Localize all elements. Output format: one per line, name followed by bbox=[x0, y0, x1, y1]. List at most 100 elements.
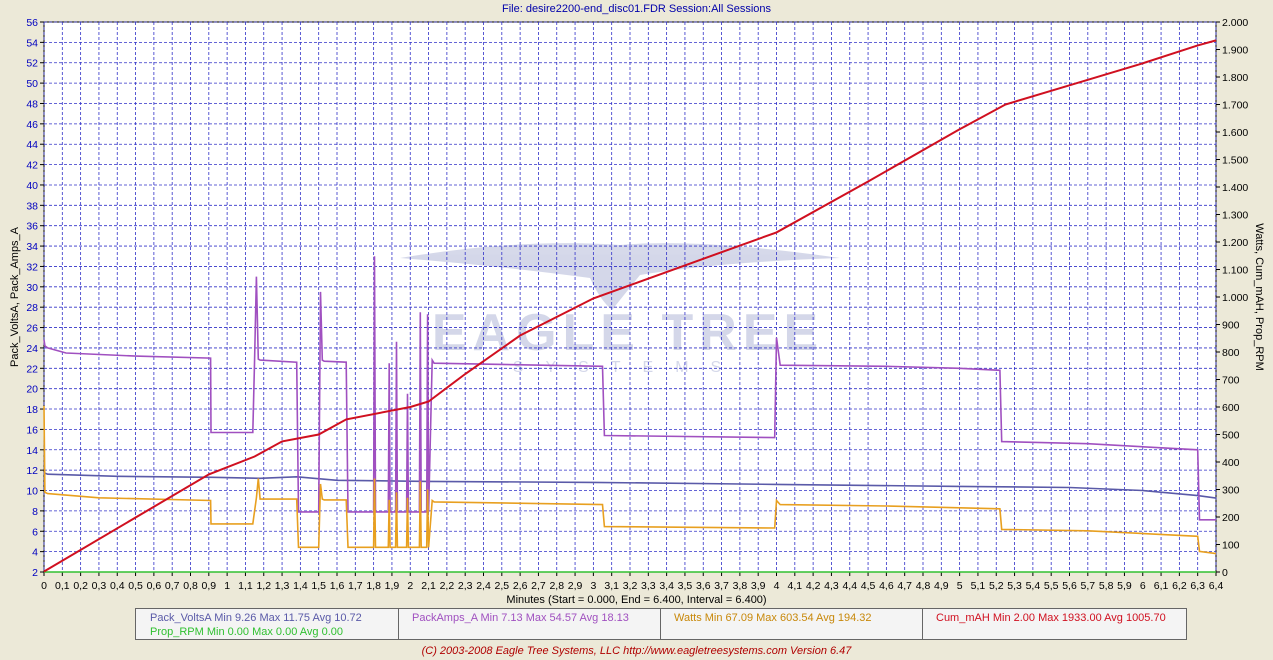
x-tick-label: 2 bbox=[407, 580, 413, 592]
footer-copyright: (C) 2003-2008 Eagle Tree Systems, LLC ht… bbox=[421, 645, 852, 657]
y-right-tick-label: 800 bbox=[1222, 347, 1240, 359]
y-right-tick-label: 700 bbox=[1222, 375, 1240, 387]
x-tick-label: 2,2 bbox=[440, 580, 455, 592]
y-right-tick-label: 1.300 bbox=[1222, 210, 1248, 222]
y-right-tick-label: 1.500 bbox=[1222, 155, 1248, 167]
legend-divider bbox=[398, 609, 399, 639]
x-tick-label: 0,6 bbox=[147, 580, 162, 592]
chart-svg: EAGLE TREE SYSTEMS 0 0,1 0,2 0,3 0,4 0,5 0,6 0,… bbox=[9, 17, 1265, 592]
y-left-tick-label: 10 bbox=[26, 486, 38, 498]
x-tick-label: 3,6 bbox=[696, 580, 711, 592]
x-tick-label: 5,2 bbox=[989, 580, 1004, 592]
x-tick-label: 1,9 bbox=[385, 580, 400, 592]
x-tick-label: 6,4 bbox=[1209, 580, 1224, 592]
x-tick-label: 2,1 bbox=[421, 580, 436, 592]
y-left-tick-label: 52 bbox=[26, 58, 38, 70]
x-tick-label: 6,3 bbox=[1190, 580, 1205, 592]
x-tick-label: 0 bbox=[41, 580, 47, 592]
x-tick-label: 3,2 bbox=[623, 580, 638, 592]
y-right-tick-label: 1.400 bbox=[1222, 182, 1248, 194]
y-left-tick-label: 50 bbox=[26, 78, 38, 90]
x-tick-label: 1,1 bbox=[238, 580, 253, 592]
legend-divider bbox=[922, 609, 923, 639]
y-right-tick-label: 400 bbox=[1222, 457, 1240, 469]
x-tick-label: 1,7 bbox=[348, 580, 363, 592]
x-tick-label: 4,8 bbox=[916, 580, 931, 592]
x-tick-label: 5,7 bbox=[1081, 580, 1096, 592]
x-tick-label: 2,6 bbox=[513, 580, 528, 592]
x-tick-label: 0,2 bbox=[73, 580, 88, 592]
y-left-tick-label: 12 bbox=[26, 465, 38, 477]
y-axis-right-ticks: 0 100 200 300 400 500 600 700 800 900 1.000 1.100 1.… bbox=[1216, 17, 1248, 579]
x-tick-label: 1 bbox=[224, 580, 230, 592]
y-right-tick-label: 2.000 bbox=[1222, 17, 1248, 29]
x-tick-label: 0,4 bbox=[110, 580, 125, 592]
y-left-tick-label: 4 bbox=[32, 547, 38, 559]
legend-rpm: Prop_RPM Min 0.00 Max 0.00 Avg 0.00 bbox=[150, 626, 344, 638]
x-tick-label: 5,3 bbox=[1007, 580, 1022, 592]
y-right-tick-label: 1.900 bbox=[1222, 45, 1248, 57]
x-tick-label: 3,3 bbox=[641, 580, 656, 592]
y-left-tick-label: 2 bbox=[32, 567, 38, 579]
legend: Pack_VoltsA Min 9.26 Max 11.75 Avg 10.72… bbox=[135, 608, 1187, 640]
y-left-tick-label: 34 bbox=[26, 241, 38, 253]
x-tick-label: 1,3 bbox=[275, 580, 290, 592]
x-tick-label: 5 bbox=[957, 580, 963, 592]
watermark-subtext: SYSTEMS bbox=[513, 359, 743, 376]
x-tick-label: 4,9 bbox=[934, 580, 949, 592]
y-left-tick-label: 8 bbox=[32, 506, 38, 518]
y-right-tick-label: 600 bbox=[1222, 402, 1240, 414]
x-tick-label: 6,1 bbox=[1154, 580, 1169, 592]
x-tick-label: 0,5 bbox=[128, 580, 143, 592]
x-tick-label: 1,8 bbox=[366, 580, 381, 592]
y-left-tick-label: 54 bbox=[26, 37, 38, 49]
x-tick-label: 0,7 bbox=[165, 580, 180, 592]
x-tick-label: 0,9 bbox=[202, 580, 217, 592]
legend-mah: Cum_mAH Min 2.00 Max 1933.00 Avg 1005.70 bbox=[936, 612, 1166, 624]
x-tick-label: 2,8 bbox=[549, 580, 564, 592]
x-tick-label: 1,2 bbox=[256, 580, 271, 592]
x-tick-label: 4 bbox=[774, 580, 780, 592]
x-tick-label: 5,4 bbox=[1026, 580, 1041, 592]
x-axis-label: Minutes (Start = 0.000, End = 6.400, Int… bbox=[506, 594, 767, 606]
x-tick-label: 1,4 bbox=[293, 580, 308, 592]
y-right-tick-label: 1.200 bbox=[1222, 237, 1248, 249]
y-right-tick-label: 1.600 bbox=[1222, 127, 1248, 139]
y-left-tick-label: 16 bbox=[26, 424, 38, 436]
y-left-tick-label: 46 bbox=[26, 119, 38, 131]
x-tick-label: 4,1 bbox=[788, 580, 803, 592]
x-tick-label: 5,1 bbox=[971, 580, 986, 592]
y-axis-right-label: Watts, Cum_mAH, Prop_RPM bbox=[1253, 223, 1265, 371]
x-tick-label: 4,4 bbox=[842, 580, 857, 592]
x-tick-label: 3,9 bbox=[751, 580, 766, 592]
x-tick-label: 5,6 bbox=[1062, 580, 1077, 592]
y-right-tick-label: 900 bbox=[1222, 320, 1240, 332]
x-tick-label: 3 bbox=[590, 580, 596, 592]
x-tick-label: 0,3 bbox=[92, 580, 107, 592]
y-left-tick-label: 42 bbox=[26, 160, 38, 172]
x-tick-label: 0,8 bbox=[183, 580, 198, 592]
legend-watts: Watts Min 67.09 Max 603.54 Avg 194.32 bbox=[674, 612, 872, 624]
x-tick-label: 2,9 bbox=[568, 580, 583, 592]
x-tick-label: 6,2 bbox=[1172, 580, 1187, 592]
x-tick-label: 2,3 bbox=[458, 580, 473, 592]
legend-divider bbox=[660, 609, 661, 639]
y-left-tick-label: 26 bbox=[26, 323, 38, 335]
y-left-tick-label: 18 bbox=[26, 404, 38, 416]
x-tick-label: 2,5 bbox=[495, 580, 510, 592]
legend-amps: PackAmps_A Min 7.13 Max 54.57 Avg 18.13 bbox=[412, 612, 629, 624]
y-right-tick-label: 500 bbox=[1222, 430, 1240, 442]
y-left-tick-label: 40 bbox=[26, 180, 38, 192]
x-tick-label: 4,6 bbox=[879, 580, 894, 592]
y-left-tick-label: 36 bbox=[26, 221, 38, 233]
y-left-tick-label: 44 bbox=[26, 139, 38, 151]
x-tick-label: 2,4 bbox=[476, 580, 491, 592]
x-tick-label: 5,9 bbox=[1117, 580, 1132, 592]
y-axis-left-ticks: 2468101214161820222426283032343638404244… bbox=[26, 17, 44, 579]
y-left-tick-label: 6 bbox=[32, 526, 38, 538]
y-right-tick-label: 1.800 bbox=[1222, 72, 1248, 84]
x-tick-label: 3,4 bbox=[659, 580, 674, 592]
x-axis-ticks: 0 0,1 0,2 0,3 0,4 0,5 0,6 0,7 0,8 0,9 1 1,1 1,2 1,3 1,… bbox=[41, 572, 1223, 592]
y-right-tick-label: 200 bbox=[1222, 512, 1240, 524]
y-right-tick-label: 1.700 bbox=[1222, 100, 1248, 112]
